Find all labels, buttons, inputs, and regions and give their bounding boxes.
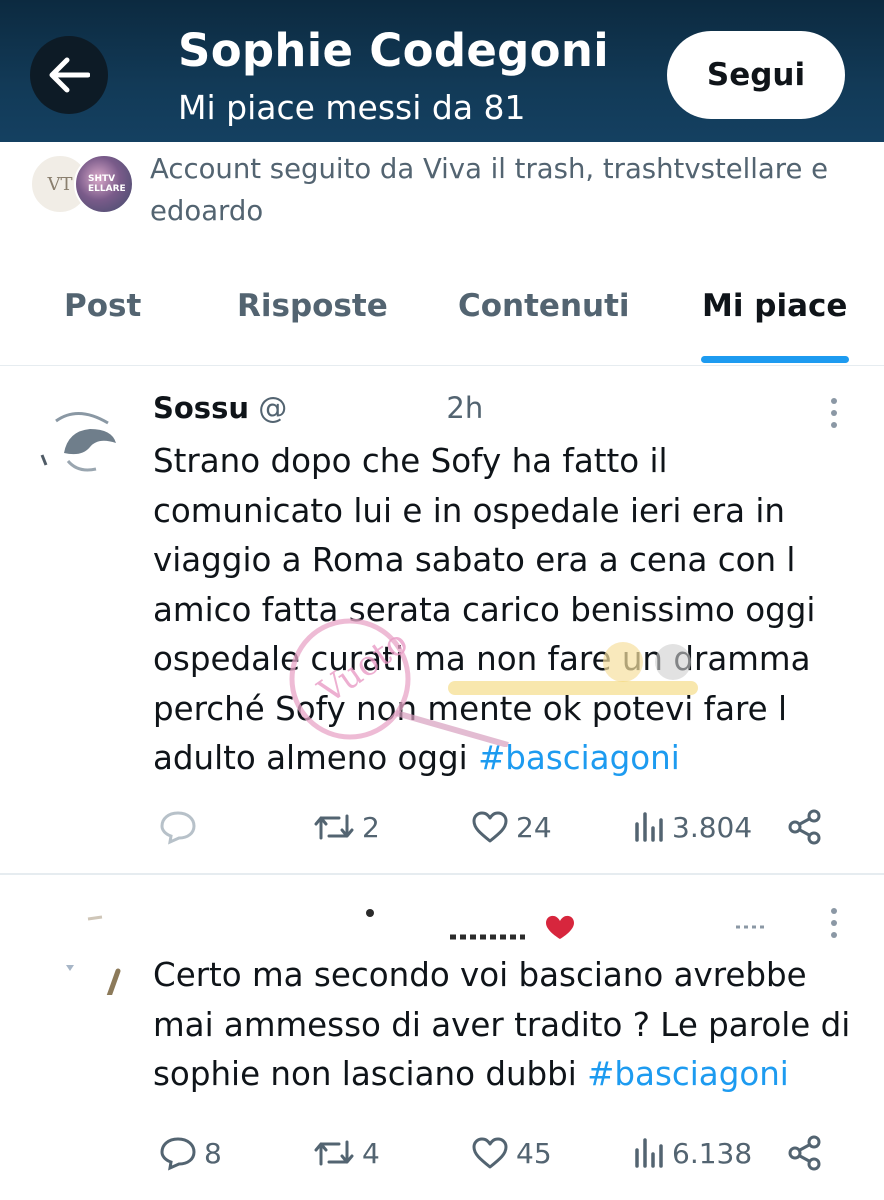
tab-post[interactable]: Post <box>64 288 141 324</box>
reply-count: 8 <box>204 1136 222 1170</box>
heart-icon <box>472 1137 508 1169</box>
avatar[interactable] <box>38 911 122 995</box>
views-count: 3.804 <box>672 810 753 844</box>
repost-count: 4 <box>362 1136 380 1170</box>
avatar[interactable] <box>38 403 122 487</box>
views-button[interactable]: 6.138 <box>632 1123 752 1183</box>
repost-icon <box>314 814 354 840</box>
author-handle: @ <box>258 391 288 425</box>
profile-name: Sophie Codegoni <box>178 24 609 77</box>
like-button[interactable]: 45 <box>470 1123 552 1183</box>
more-options-icon[interactable] <box>822 905 846 941</box>
reply-icon <box>160 1137 196 1171</box>
repost-count: 2 <box>362 810 380 844</box>
tweet-actions: 8 4 45 6.138 <box>0 1123 884 1183</box>
tab-contenuti[interactable]: Contenuti <box>458 288 630 324</box>
hashtag-link[interactable]: #basciagoni <box>478 739 680 777</box>
share-icon <box>788 1135 821 1171</box>
views-chart-icon <box>635 1138 663 1168</box>
profile-tabs: Post Risposte Contenuti Mi piace <box>0 262 884 366</box>
followed-by-section[interactable]: VT SHTV ELLARE Account seguito da Viva i… <box>0 142 884 242</box>
avatar: SHTV ELLARE <box>74 154 134 214</box>
more-options-icon[interactable] <box>822 395 846 431</box>
tweet-actions: 2 24 3.804 <box>0 797 884 857</box>
views-button[interactable]: 3.804 <box>632 797 752 857</box>
tweet-text: Strano dopo che Sofy ha fatto il comunic… <box>153 437 863 784</box>
follower-avatars: VT SHTV ELLARE <box>30 154 140 216</box>
like-count: 45 <box>516 1136 552 1170</box>
back-button[interactable] <box>30 36 108 114</box>
redacted-author-marks <box>366 909 764 940</box>
repost-button[interactable]: 2 <box>312 797 380 857</box>
tweet[interactable]: Sossu @ 2h Strano dopo che Sofy ha fatto… <box>0 367 884 875</box>
reply-button[interactable] <box>158 797 204 857</box>
reply-icon <box>160 811 196 845</box>
tweet-body: Strano dopo che Sofy ha fatto il comunic… <box>153 442 816 777</box>
tab-mi-piace[interactable]: Mi piace <box>702 288 847 324</box>
arrow-left-icon <box>49 57 90 93</box>
like-button[interactable]: 24 <box>470 797 552 857</box>
views-count: 6.138 <box>672 1136 753 1170</box>
tweet-author[interactable]: Sossu @ 2h <box>153 391 483 425</box>
like-count: 24 <box>516 810 552 844</box>
tweet[interactable]: Certo ma secondo voi basciano avrebbe ma… <box>0 877 884 1200</box>
repost-icon <box>314 1140 354 1166</box>
likes-count-subtitle: Mi piace messi da 81 <box>178 88 526 127</box>
repost-button[interactable]: 4 <box>312 1123 380 1183</box>
active-tab-indicator <box>701 356 849 363</box>
hashtag-link[interactable]: #basciagoni <box>587 1055 789 1093</box>
reply-button[interactable]: 8 <box>158 1123 222 1183</box>
tab-risposte[interactable]: Risposte <box>237 288 388 324</box>
author-name: Sossu <box>153 391 249 425</box>
tweet-text: Certo ma secondo voi basciano avrebbe ma… <box>153 951 863 1100</box>
profile-header: Sophie Codegoni Mi piace messi da 81 Seg… <box>0 0 884 142</box>
views-chart-icon <box>635 812 663 842</box>
share-icon <box>788 809 821 845</box>
follow-button[interactable]: Segui <box>667 31 845 119</box>
followed-by-text: Account seguito da Viva il trash, trasht… <box>150 153 829 227</box>
avatar-label: VT <box>47 173 73 195</box>
avatar-label: SHTV ELLARE <box>88 174 126 194</box>
heart-icon <box>472 811 508 843</box>
tweet-time: 2h <box>446 391 484 425</box>
share-button[interactable] <box>786 1123 824 1183</box>
share-button[interactable] <box>786 797 824 857</box>
